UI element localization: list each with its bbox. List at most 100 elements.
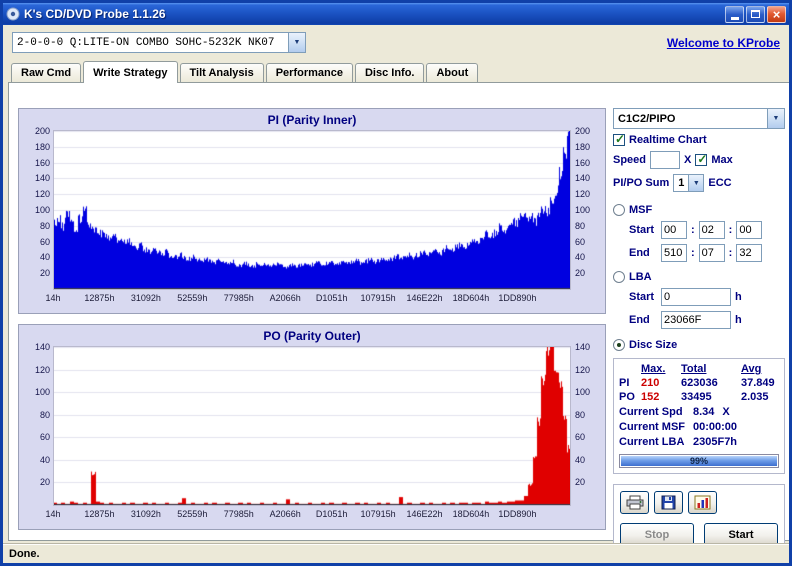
pipo-sum-label: PI/PO Sum [613,177,669,189]
welcome-link[interactable]: Welcome to KProbe [667,36,780,50]
export-chart-image-button[interactable] [688,491,717,514]
po-total-value: 33495 [681,391,741,403]
lba-end-input[interactable] [661,311,731,329]
pi-total-value: 623036 [681,377,741,389]
y-tick-label: 200 [575,126,605,136]
progress-label: 99% [620,455,778,468]
x-tick-label: 52559h [177,509,207,519]
x-tick-label: 14h [45,509,60,519]
y-tick-label: 120 [21,365,50,375]
speed-label: Speed [613,154,646,166]
y-tick-label: 120 [21,189,50,199]
x-tick-label: A2066h [270,509,301,519]
lba-radio[interactable] [613,271,625,283]
disc-size-label: Disc Size [629,339,677,351]
pi-chart-canvas [54,131,570,289]
msf-end-s[interactable] [699,244,725,262]
current-speed-row: Current Spd 8.34 X [619,406,779,418]
y-tick-label: 20 [575,268,605,278]
y-tick-label: 140 [575,342,605,352]
stats-header-max: Max. [641,363,681,375]
y-tick-label: 140 [575,173,605,183]
y-tick-label: 120 [575,365,605,375]
tab-raw-cmd[interactable]: Raw Cmd [11,63,81,82]
realtime-chart-checkbox[interactable] [613,134,625,146]
po-avg-value: 2.035 [741,391,779,403]
maximize-button[interactable] [746,6,765,23]
y-tick-label: 40 [575,455,605,465]
y-tick-label: 40 [21,455,50,465]
msf-radio[interactable] [613,204,625,216]
y-tick-label: 80 [575,221,605,231]
y-tick-label: 100 [575,387,605,397]
pi-max-value: 210 [641,377,681,389]
progress-bar: 99% [619,454,779,468]
tab-performance[interactable]: Performance [266,63,353,82]
tab-write-strategy[interactable]: Write Strategy [83,61,177,83]
current-lba-value: 2305F7h [693,436,737,448]
msf-start-s[interactable] [699,221,725,239]
y-tick-label: 60 [575,237,605,247]
msf-label: MSF [629,204,652,216]
tab-bar: Raw Cmd Write Strategy Tilt Analysis Per… [11,60,781,82]
y-tick-label: 180 [575,142,605,152]
toolbar: 2-0-0-0 Q:LITE-ON COMBO SOHC-5232K NK07 … [3,25,789,60]
y-tick-label: 20 [575,477,605,487]
max-speed-label: Max [711,154,732,166]
y-tick-label: 40 [21,252,50,262]
current-msf-label: Current MSF [619,421,693,433]
current-speed-unit: X [722,406,729,418]
y-tick-label: 20 [21,477,50,487]
lba-end-unit: h [735,314,742,326]
lba-start-input[interactable] [661,288,731,306]
x-tick-label: 52559h [177,293,207,303]
po-chart-title: PO (Parity Outer) [19,329,605,343]
chevron-down-icon[interactable]: ▼ [767,109,784,128]
tab-tilt-analysis[interactable]: Tilt Analysis [180,63,264,82]
save-button[interactable] [654,491,683,514]
msf-end-f[interactable] [736,244,762,262]
floppy-disk-icon [661,495,676,510]
chevron-down-icon[interactable]: ▼ [688,175,703,191]
close-button[interactable]: × [767,6,786,23]
realtime-chart-label: Realtime Chart [629,134,707,146]
stats-header-total: Total [681,363,741,375]
max-speed-checkbox[interactable] [695,154,707,166]
x-tick-label: 107915h [361,293,396,303]
minimize-button[interactable] [725,6,744,23]
current-msf-row: Current MSF 00:00:00 [619,421,779,433]
y-tick-label: 60 [21,432,50,442]
msf-start-f[interactable] [736,221,762,239]
tab-disc-info[interactable]: Disc Info. [355,63,425,82]
y-tick-label: 180 [21,142,50,152]
x-tick-label: 12875h [84,293,114,303]
po-chart-plot [53,346,571,506]
current-speed-label: Current Spd [619,406,693,418]
current-lba-label: Current LBA [619,436,693,448]
colon-separator: : [691,247,695,259]
control-panel: C1C2/PIPO ▼ Realtime Chart Speed X Max P… [613,108,785,553]
chevron-down-icon[interactable]: ▼ [288,33,305,52]
x-tick-label: 77985h [224,293,254,303]
mode-selector[interactable]: C1C2/PIPO ▼ [613,108,785,129]
x-tick-label: 14h [45,293,60,303]
y-tick-label: 20 [21,268,50,278]
speed-input[interactable] [650,151,680,169]
x-tick-label: 12875h [84,509,114,519]
drive-selector[interactable]: 2-0-0-0 Q:LITE-ON COMBO SOHC-5232K NK07 … [12,32,306,53]
pi-chart-plot [53,130,571,290]
pipo-sum-selector[interactable]: 1 ▼ [673,174,704,192]
y-tick-label: 100 [575,205,605,215]
y-tick-label: 120 [575,189,605,199]
msf-end-m[interactable] [661,244,687,262]
print-button[interactable] [620,491,649,514]
x-tick-label: 1DD890h [498,293,536,303]
y-tick-label: 140 [21,342,50,352]
stats-header-avg: Avg [741,363,779,375]
y-tick-label: 60 [575,432,605,442]
tab-about[interactable]: About [426,63,478,82]
disc-size-radio[interactable] [613,339,625,351]
window-title: K's CD/DVD Probe 1.1.26 [24,7,723,21]
y-tick-label: 80 [21,221,50,231]
msf-start-m[interactable] [661,221,687,239]
